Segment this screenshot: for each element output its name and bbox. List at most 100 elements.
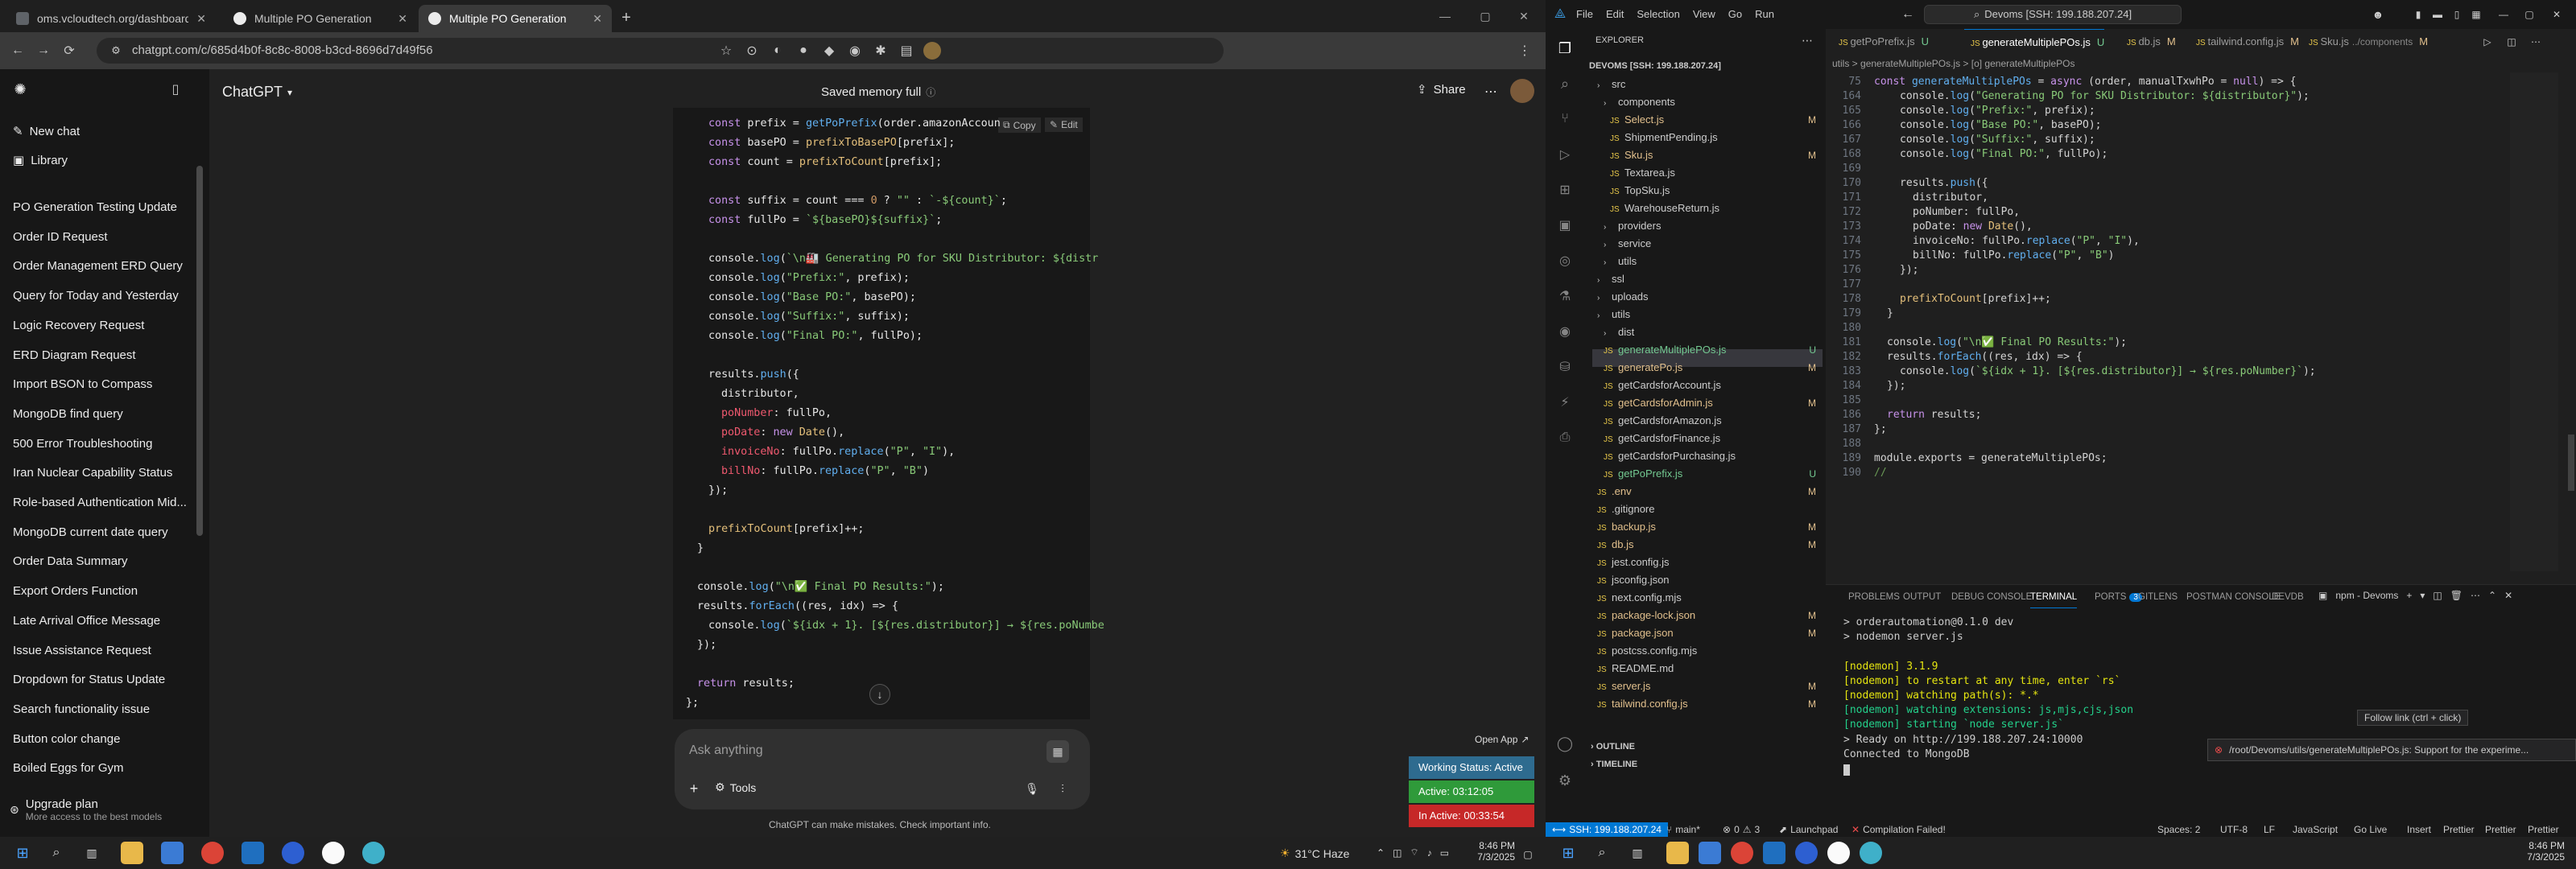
close-tab-icon[interactable]: ✕ [398, 12, 407, 26]
layout-icon[interactable]: ▦ [2468, 6, 2484, 23]
close-tab-icon[interactable]: ✕ [592, 12, 602, 26]
browser-tab-oms[interactable]: oms.vcloudtech.org/dashboard ✕ [6, 5, 216, 32]
user-avatar[interactable] [1510, 79, 1534, 103]
indent-status[interactable]: Spaces: 2 [2157, 824, 2200, 835]
openai-logo-icon[interactable]: ✺ [10, 79, 31, 100]
file-item[interactable]: JS jsconfig.json [1597, 571, 1823, 589]
file-item[interactable]: JS getCardsforFinance.js [1604, 430, 1823, 447]
testing-icon[interactable]: ⚗ [1555, 286, 1575, 306]
model-selector[interactable]: ChatGPT ▾ [222, 84, 292, 101]
prettier-status[interactable]: Prettier [2485, 824, 2516, 835]
file-item[interactable]: JS next.config.mjs [1597, 589, 1823, 607]
zoom-icon[interactable] [1795, 842, 1818, 864]
new-terminal-icon[interactable]: + [2406, 590, 2412, 601]
database-icon[interactable]: ⛁ [1555, 357, 1575, 377]
app-icon[interactable] [1827, 842, 1850, 864]
chat-history-item[interactable]: MongoDB find query [13, 403, 123, 426]
copy-code-button[interactable]: ⧉ Copy [998, 117, 1041, 133]
open-app-button[interactable]: Open App ↗ [1475, 734, 1529, 745]
nav-back-icon[interactable]: ← [1900, 6, 1916, 23]
battery-icon[interactable]: ▭ [1440, 847, 1449, 859]
file-item[interactable]: JS Sku.js M [1610, 146, 1823, 164]
file-item[interactable]: JS getPoPrefix.js U [1604, 465, 1823, 483]
clock[interactable]: 8:46 PM 7/3/2025 [2516, 840, 2565, 863]
file-item[interactable]: JS WarehouseReturn.js [1610, 200, 1823, 217]
layout-icon[interactable]: ▮ [2410, 6, 2426, 23]
folder-item[interactable]: › service [1604, 235, 1823, 253]
minimize-icon[interactable]: — [1433, 6, 1457, 26]
file-item[interactable]: JS ShipmentPending.js [1610, 129, 1823, 146]
new-chat-button[interactable]: ✎ New chat [13, 121, 80, 143]
insert-mode[interactable]: Insert [2407, 824, 2431, 835]
extension-icon[interactable]: ◉ [844, 39, 866, 62]
file-item[interactable]: JS generatePo.js M [1604, 359, 1823, 377]
chat-history-item[interactable]: Button color change [13, 728, 120, 751]
minimize-icon[interactable]: — [2496, 6, 2512, 23]
edit-code-button[interactable]: ✎ Edit [1045, 117, 1083, 132]
launchpad[interactable]: ⬈ Launchpad [1779, 824, 1838, 835]
site-info-icon[interactable]: ⚙ [108, 43, 124, 59]
composer-app-icon[interactable]: ▦ [1046, 740, 1069, 763]
file-item[interactable]: JS README.md [1597, 660, 1823, 677]
more-icon[interactable]: ⋯ [2471, 590, 2480, 601]
memory-status[interactable]: Saved memory full ⓘ [821, 85, 935, 99]
panel-tab[interactable]: PORTS 3 [2095, 586, 2142, 608]
compile-status[interactable]: ✕ Compilation Failed! [1852, 824, 1946, 835]
docker-icon[interactable]: ⚡ [1555, 393, 1575, 412]
printer-icon[interactable]: ⎙ [1555, 428, 1575, 447]
menu-item[interactable]: Run [1755, 8, 1774, 20]
encoding-status[interactable]: UTF-8 [2220, 824, 2248, 835]
store-icon[interactable] [1699, 842, 1721, 864]
chat-history-item[interactable]: Import BSON to Compass [13, 373, 152, 396]
file-explorer-icon[interactable] [121, 842, 143, 864]
editor-tab[interactable]: JS db.js M [2120, 29, 2176, 55]
go-live-button[interactable]: Go Live [2354, 824, 2387, 835]
branch-indicator[interactable]: ⑂ main* [1666, 824, 1700, 835]
menu-item[interactable]: Edit [1606, 8, 1624, 20]
chat-history-item[interactable]: Issue Assistance Request [13, 640, 151, 662]
volume-icon[interactable]: ♪ [1427, 847, 1432, 859]
sidebar-icon[interactable]: ▤ [895, 39, 918, 62]
editor-tab[interactable]: JS generateMultiplePOs.js U [1964, 29, 2105, 55]
folder-item[interactable]: › utils [1604, 253, 1823, 270]
prettier-status[interactable]: Prettier [2443, 824, 2475, 835]
file-item[interactable]: JS getCardsforAccount.js [1604, 377, 1823, 394]
chat-history-item[interactable]: Order ID Request [13, 226, 108, 249]
file-item[interactable]: JS server.js M [1597, 677, 1823, 695]
remote-explorer-icon[interactable]: ▣ [1555, 216, 1575, 235]
windows-start-icon[interactable]: ⊞ [1557, 842, 1579, 864]
chat-history-item[interactable]: Late Arrival Office Message [13, 610, 160, 632]
file-item[interactable]: JS postcss.config.mjs [1597, 642, 1823, 660]
vscode-icon[interactable] [242, 842, 264, 864]
bookmark-star-icon[interactable]: ☆ [715, 39, 737, 62]
trash-icon[interactable]: 🗑 [2450, 590, 2462, 601]
zoom-icon[interactable] [282, 842, 304, 864]
reload-icon[interactable]: ⟳ [58, 39, 80, 62]
folder-item[interactable]: › uploads [1597, 288, 1823, 306]
close-window-icon[interactable]: ✕ [2549, 6, 2565, 23]
menu-item[interactable]: View [1693, 8, 1715, 20]
chat-history-item[interactable]: MongoDB current date query [13, 521, 168, 544]
chrome-icon[interactable] [1731, 842, 1753, 864]
file-item[interactable]: JS .gitignore [1597, 500, 1823, 518]
command-center[interactable]: ⌕ Devoms [SSH: 199.188.207.24] [1924, 5, 2182, 24]
editor-tab[interactable]: JS Sku.js ../components M [2302, 29, 2428, 55]
vscode-icon[interactable] [1763, 842, 1785, 864]
copilot-icon[interactable]: ☻ [2367, 6, 2389, 23]
terminal-profile[interactable]: npm - Devoms [2335, 590, 2398, 601]
folder-item[interactable]: › src [1597, 76, 1823, 93]
more-options-icon[interactable]: ⋯ [1481, 82, 1501, 101]
attach-plus-icon[interactable]: + [684, 779, 704, 798]
chat-history-item[interactable]: 500 Error Troubleshooting [13, 433, 152, 455]
source-control-icon[interactable]: ⑂ [1555, 109, 1575, 129]
outline-section[interactable]: › OUTLINE [1591, 742, 1635, 752]
notification-icon[interactable]: ▢ [1520, 846, 1536, 863]
explorer-icon[interactable]: ❐ [1555, 39, 1575, 58]
address-bar[interactable]: chatgpt.com/c/685d4b0f-8c8c-8008-b3cd-86… [97, 38, 1224, 64]
editor-more-icon[interactable]: ⋯ [2528, 34, 2544, 50]
panel-tab[interactable]: GITLENS [2138, 586, 2178, 608]
extension-icon[interactable]: ⊙ [741, 39, 763, 62]
layout-icon[interactable]: ▯ [2449, 6, 2465, 23]
chat-history-item[interactable]: Role-based Authentication Mid... [13, 492, 187, 514]
chat-history-item[interactable]: ERD Diagram Request [13, 344, 136, 367]
